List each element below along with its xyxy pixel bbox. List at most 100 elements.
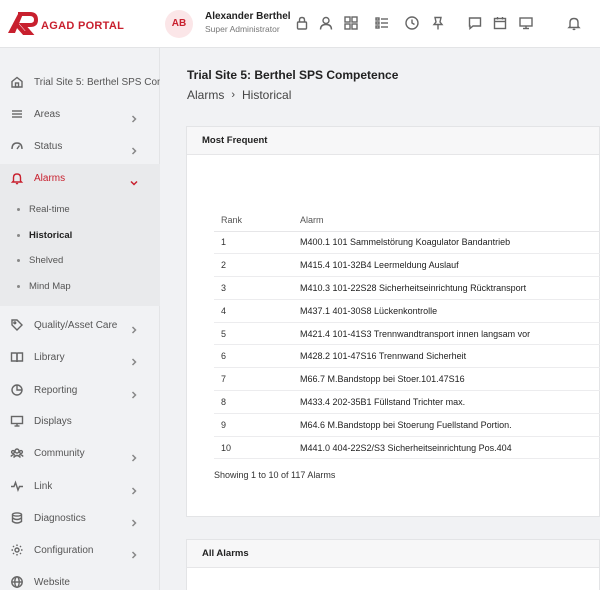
- calendar-icon[interactable]: [492, 15, 508, 31]
- breadcrumb-item-historical: Historical: [242, 88, 292, 102]
- chevron-right-icon: [130, 514, 138, 527]
- grid-icon[interactable]: [343, 15, 359, 31]
- rank-cell: 3: [214, 276, 300, 300]
- alarm-cell: M428.2 101-47S16 Trennwand Sicherheit: [300, 344, 600, 369]
- rank-cell: 1: [214, 231, 300, 255]
- sidebar-item-label: Community: [34, 447, 85, 459]
- user-icon[interactable]: [318, 15, 334, 31]
- breadcrumb: Alarms › Historical: [187, 88, 291, 102]
- table-header-row: Rank Alarm: [214, 209, 600, 232]
- chevron-down-icon: [130, 174, 138, 186]
- sidebar-item-label: Website: [34, 576, 70, 588]
- chevron-right-icon: [130, 546, 138, 559]
- table-row[interactable]: 4 M437.1 401-30S8 Lückenkontrolle: [214, 299, 600, 323]
- sidebar-item-site[interactable]: Trial Site 5: Berthel SPS Con: [0, 69, 160, 95]
- sidebar-item-label: Alarms: [34, 172, 66, 184]
- sidebar-item-areas[interactable]: Areas: [0, 101, 160, 127]
- clock-icon[interactable]: [404, 15, 420, 31]
- alarm-cell: M441.0 404-22S2/S3 Sicherheitseinrichtun…: [300, 436, 600, 460]
- all-alarms-heading: All Alarms: [187, 540, 599, 568]
- column-header-alarm[interactable]: Alarm: [300, 209, 600, 232]
- table-row[interactable]: 9 M64.6 M.Bandstopp bei Stoerung Fuellsta…: [214, 413, 600, 437]
- book-icon: [10, 350, 24, 364]
- page-title: Trial Site 5: Berthel SPS Competence: [187, 68, 399, 82]
- sidebar-subitem-label: Shelved: [29, 254, 64, 266]
- sidebar-item-label: Status: [34, 140, 63, 152]
- pin-icon[interactable]: [430, 15, 446, 31]
- sidebar-item-link[interactable]: Link: [0, 473, 160, 499]
- sidebar-item-community[interactable]: Community: [0, 440, 160, 466]
- gauge-icon: [10, 139, 24, 153]
- sidebar-item-label: Link: [34, 480, 53, 492]
- sidebar-subitem-shelved[interactable]: Shelved: [0, 250, 160, 270]
- sidebar-item-label: Library: [34, 351, 65, 363]
- bell-icon: [10, 171, 24, 185]
- alarm-cell: M410.3 101-22S28 Sicherheitseinrichtung …: [300, 276, 600, 300]
- sidebar-item-configuration[interactable]: Configuration: [0, 537, 160, 563]
- table-row[interactable]: 2 M415.4 101-32B4 Leermeldung Auslauf: [214, 253, 600, 278]
- rank-cell: 8: [214, 390, 300, 414]
- table-row[interactable]: 6 M428.2 101-47S16 Trennwand Sicherheit: [214, 344, 600, 369]
- table-row[interactable]: 7 M66.7 M.Bandstopp bei Stoer.101.47S16: [214, 367, 600, 392]
- logo-text: AGAD PORTAL: [41, 19, 125, 32]
- avatar[interactable]: AB: [165, 10, 193, 38]
- table-row[interactable]: 5 M421.4 101-41S3 Trennwandtransport inne…: [214, 322, 600, 346]
- rank-cell: 10: [214, 436, 300, 460]
- sidebar-subitem-realtime[interactable]: Real-time: [0, 199, 160, 219]
- bullet-icon: [17, 207, 20, 211]
- sidebar-item-quality[interactable]: Quality/Asset Care: [0, 312, 160, 338]
- top-bar: AGAD PORTAL AB Alexander Berthel Super A…: [0, 0, 600, 48]
- breadcrumb-item-alarms[interactable]: Alarms: [187, 88, 224, 102]
- sidebar-subitem-mindmap[interactable]: Mind Map: [0, 276, 160, 296]
- bell-icon[interactable]: [566, 15, 582, 31]
- pulse-icon: [10, 479, 24, 493]
- lock-icon[interactable]: [294, 15, 310, 31]
- sidebar-item-library[interactable]: Library: [0, 344, 160, 370]
- column-header-rank[interactable]: Rank: [214, 209, 300, 232]
- all-alarms-card: All Alarms: [186, 539, 600, 590]
- table-row[interactable]: 8 M433.4 202-35B1 Füllstand Trichter max.: [214, 390, 600, 414]
- chevron-right-icon: [130, 110, 138, 123]
- monitor-icon[interactable]: [518, 15, 534, 31]
- chat-icon[interactable]: [467, 15, 483, 31]
- table-row[interactable]: 3 M410.3 101-22S28 Sicherheitseinrichtung…: [214, 276, 600, 300]
- alarms-section: Alarms Real-time Historical Shelved Mind…: [0, 164, 160, 306]
- rank-cell: 6: [214, 344, 300, 369]
- layers-icon: [10, 107, 24, 121]
- sidebar-subitem-historical[interactable]: Historical: [0, 225, 160, 245]
- chevron-right-icon: [130, 321, 138, 334]
- sidebar-item-label: Quality/Asset Care: [34, 319, 118, 331]
- bullet-icon: [17, 233, 20, 237]
- chart-pie-icon: [10, 383, 24, 397]
- pagination-info: Showing 1 to 10 of 117 Alarms: [214, 470, 336, 480]
- tag-icon: [10, 318, 24, 332]
- table-row[interactable]: 1 M400.1 101 Sammelstörung Koagulator Ban…: [214, 231, 600, 255]
- rank-cell: 2: [214, 253, 300, 278]
- chevron-right-icon: [130, 449, 138, 462]
- rank-cell: 5: [214, 322, 300, 346]
- chevron-right-icon: ›: [231, 89, 236, 101]
- sidebar: Trial Site 5: Berthel SPS Con Areas Stat…: [0, 48, 160, 590]
- bullet-icon: [17, 284, 20, 288]
- rank-cell: 7: [214, 367, 300, 392]
- most-frequent-table: Rank Alarm 1 M400.1 101 Sammelstörung Koa…: [214, 209, 600, 460]
- alarm-cell: M400.1 101 Sammelstörung Koagulator Band…: [300, 231, 600, 255]
- sidebar-item-alarms[interactable]: Alarms: [0, 165, 160, 191]
- sidebar-site-label: Trial Site 5: Berthel SPS Con: [34, 76, 160, 88]
- sidebar-item-label: Reporting: [34, 384, 78, 396]
- list-icon[interactable]: [374, 15, 390, 31]
- table-row[interactable]: 10 M441.0 404-22S2/S3 Sicherheitseinricht…: [214, 436, 600, 460]
- sidebar-item-reporting[interactable]: Reporting: [0, 377, 160, 403]
- user-info[interactable]: Alexander Berthel Super Administrator: [205, 11, 291, 34]
- user-name: Alexander Berthel: [205, 11, 291, 22]
- sidebar-item-displays[interactable]: Displays: [0, 408, 160, 434]
- users-icon: [10, 446, 24, 460]
- sidebar-item-status[interactable]: Status: [0, 133, 160, 159]
- sidebar-item-website[interactable]: Website: [0, 569, 160, 590]
- chevron-right-icon: [130, 353, 138, 366]
- most-frequent-heading: Most Frequent: [187, 127, 599, 155]
- logo[interactable]: AGAD PORTAL: [6, 11, 124, 37]
- sidebar-item-diagnostics[interactable]: Diagnostics: [0, 505, 160, 531]
- home-icon: [10, 75, 24, 89]
- chevron-right-icon: [130, 386, 138, 399]
